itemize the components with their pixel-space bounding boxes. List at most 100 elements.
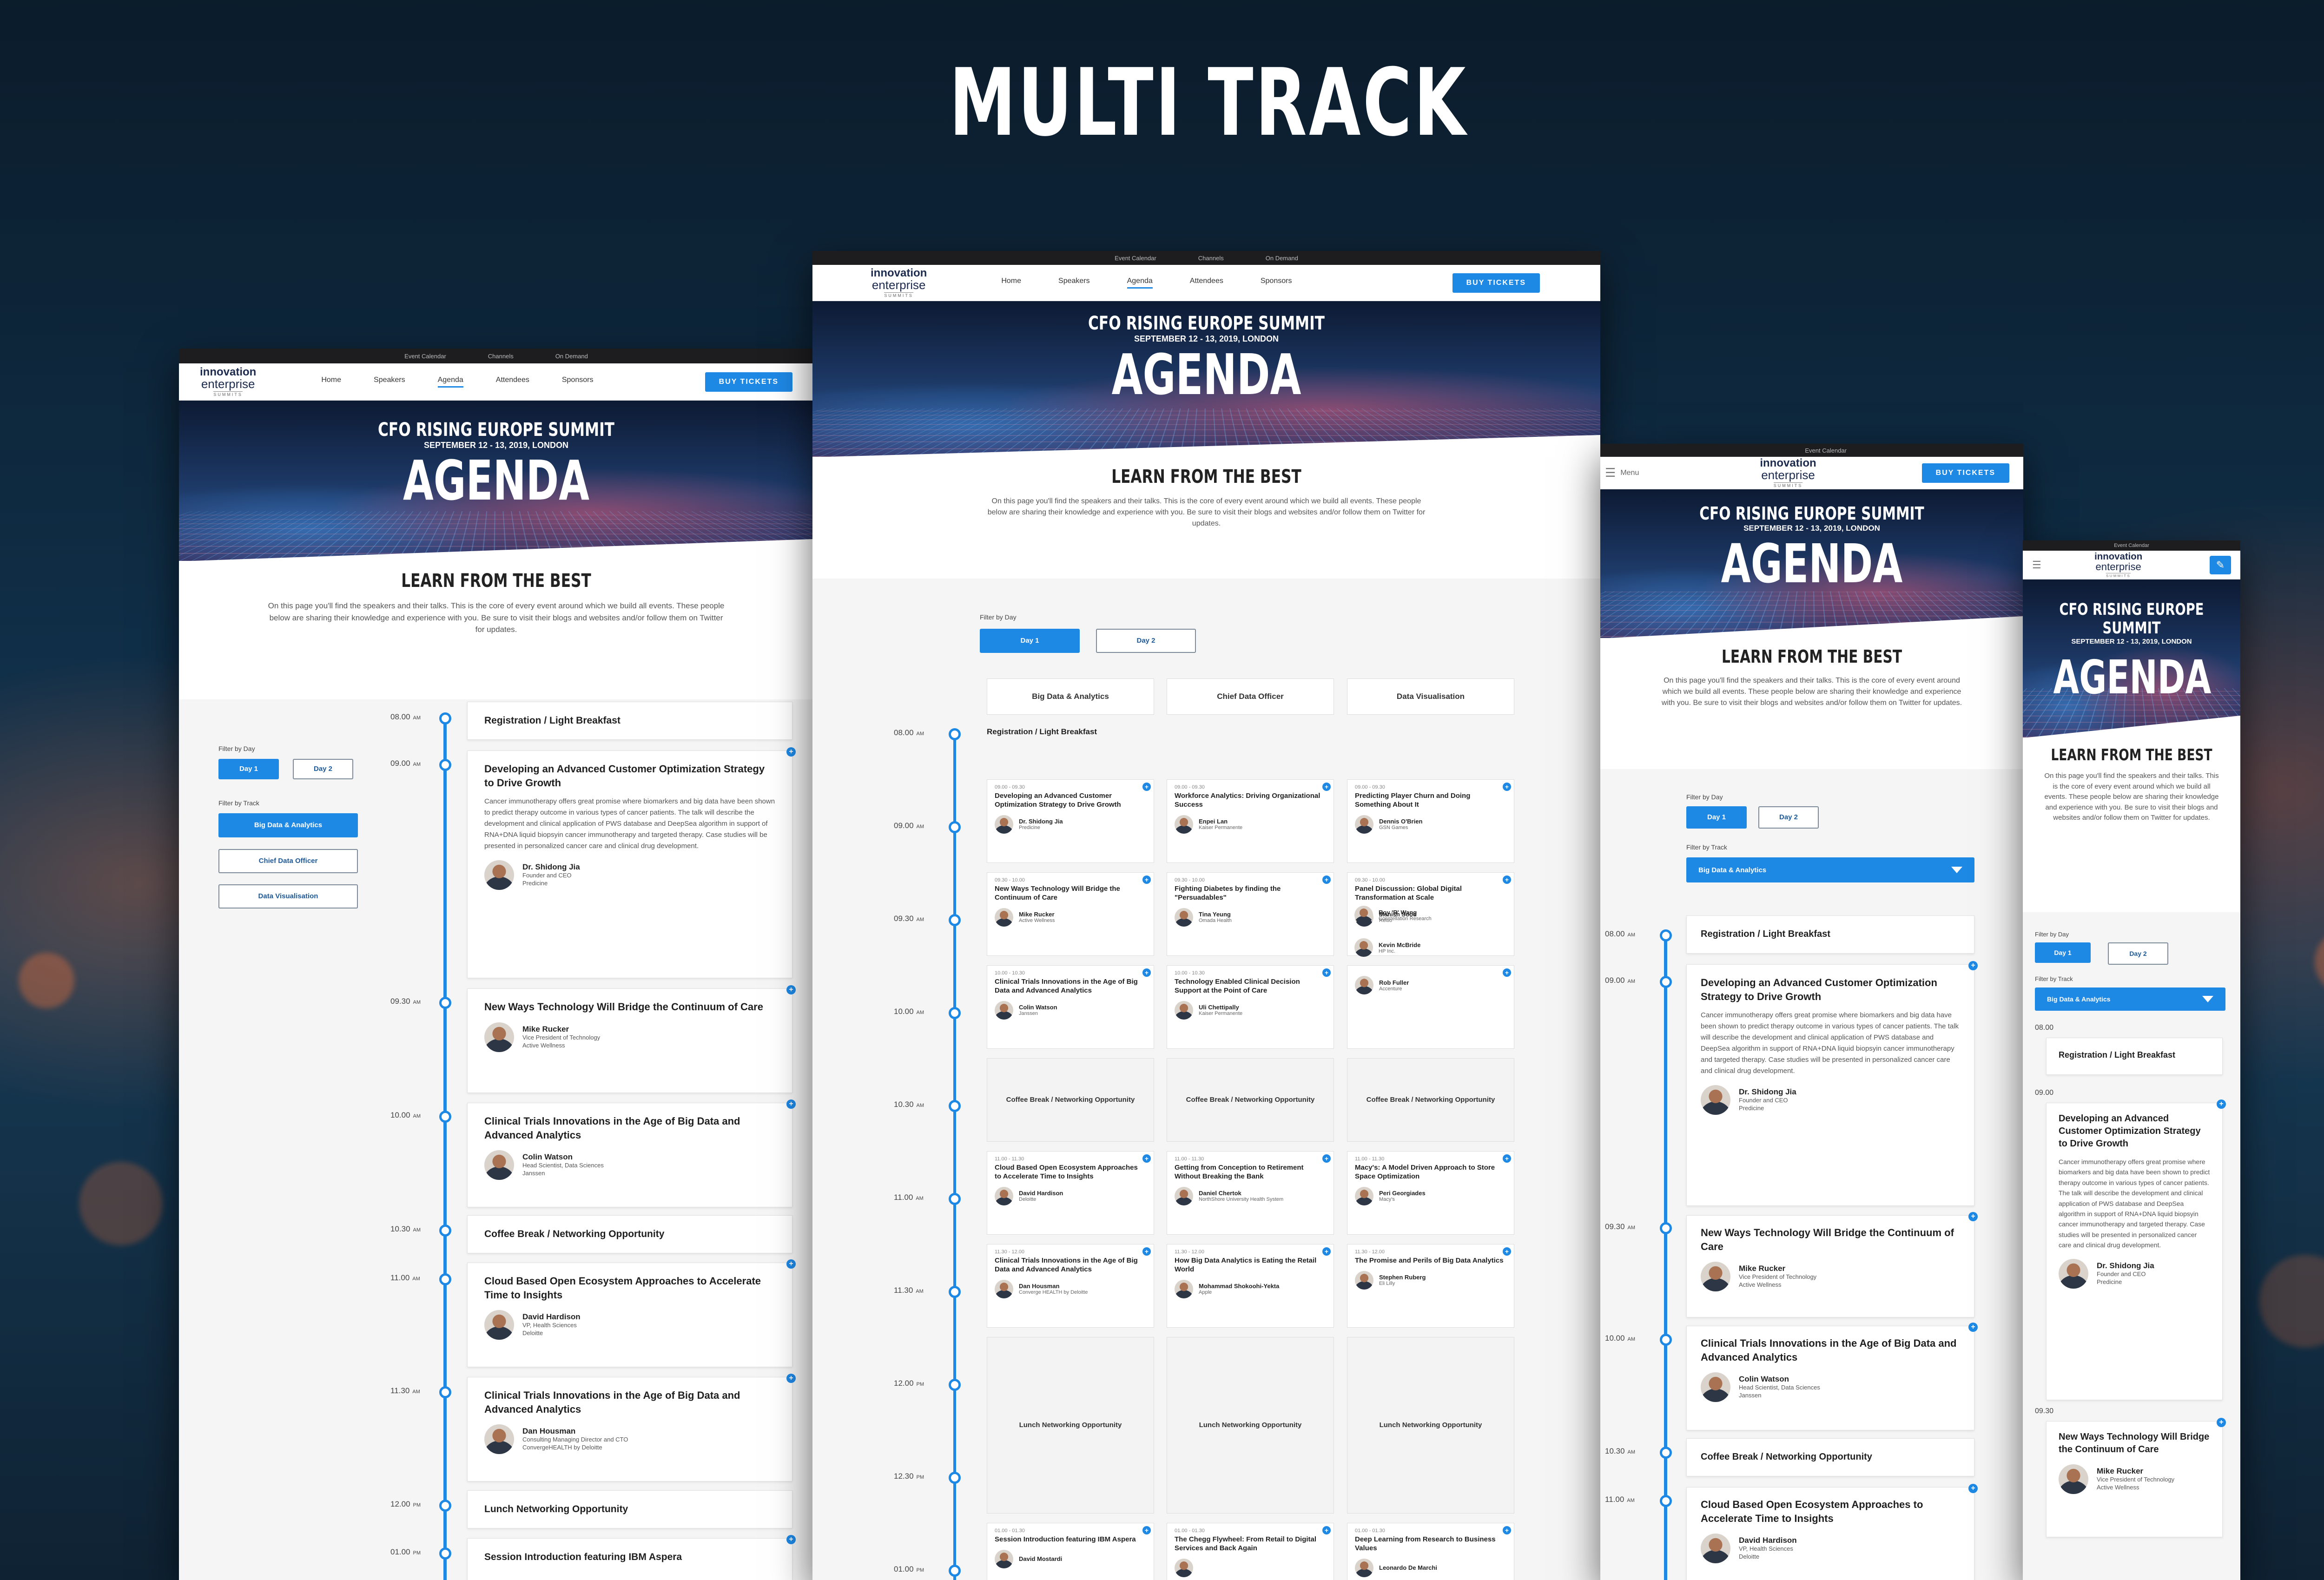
track-column-header[interactable]: Data Visualisation: [1347, 678, 1514, 715]
nav-agenda[interactable]: Agenda: [438, 376, 463, 388]
speaker[interactable]: Kevin McBride HP Inc.: [1347, 936, 1514, 964]
session-card[interactable]: + Clinical Trials Innovations in the Age…: [1686, 1326, 1974, 1430]
event-calendar-link[interactable]: Event Calendar: [1805, 447, 1847, 454]
add-icon[interactable]: +: [1142, 783, 1151, 791]
day2-button[interactable]: Day 2: [1758, 806, 1819, 829]
add-icon[interactable]: +: [786, 1374, 796, 1383]
nav-speakers[interactable]: Speakers: [374, 376, 405, 388]
session-card[interactable]: + Clinical Trials Innovations in the Age…: [467, 1103, 792, 1207]
channels-link[interactable]: Channels: [1198, 255, 1224, 262]
add-icon[interactable]: +: [1142, 1154, 1151, 1163]
nav-attendees[interactable]: Attendees: [1190, 277, 1223, 289]
track-cdo[interactable]: Chief Data Officer: [218, 849, 358, 873]
day2-button[interactable]: Day 2: [2108, 942, 2168, 965]
speaker[interactable]: Mohammad Shokoohi-Yekta Apple: [1175, 1280, 1326, 1298]
session-card[interactable]: + Session Introduction featuring IBM Aspe…: [467, 1538, 792, 1580]
add-icon[interactable]: +: [2217, 1418, 2226, 1427]
speaker[interactable]: Dennis O'Brien GSN Games: [1355, 815, 1506, 834]
add-icon[interactable]: +: [1968, 1212, 1978, 1221]
session-card[interactable]: + New Ways Technology Will Bridge the Co…: [467, 988, 792, 1093]
add-icon[interactable]: +: [1503, 1526, 1511, 1534]
logo[interactable]: innovation enterprise SUMMITS: [871, 268, 927, 298]
speaker[interactable]: David Hardison VP, Health Sciences Deloitt…: [1701, 1534, 1960, 1563]
menu-icon[interactable]: ☰: [1605, 466, 1616, 480]
session-card[interactable]: Registration / Light Breakfast: [1686, 915, 1974, 954]
speaker[interactable]: Rob Fuller Accenture: [1355, 976, 1506, 994]
session-card[interactable]: + New Ways Technology Will Bridge the Co…: [2046, 1421, 2223, 1537]
add-icon[interactable]: +: [786, 985, 796, 994]
day2-button[interactable]: Day 2: [293, 759, 353, 779]
speaker[interactable]: Mike Rucker Active Wellness: [995, 908, 1146, 927]
speaker[interactable]: Mike Rucker Vice President of Technology A…: [2059, 1464, 2210, 1494]
speaker[interactable]: David Hardison Deloitte: [995, 1187, 1146, 1205]
add-icon[interactable]: +: [2217, 1099, 2226, 1109]
speaker[interactable]: Dr. Shidong Jia Predicine: [995, 815, 1146, 834]
event-calendar-link[interactable]: Event Calendar: [1115, 255, 1156, 262]
add-icon[interactable]: +: [1503, 876, 1511, 884]
track-column-header[interactable]: Big Data & Analytics: [987, 678, 1154, 715]
session-card[interactable]: + 09.00 - 09.30 Predicting Player Churn …: [1347, 779, 1514, 863]
session-card[interactable]: + Developing an Advanced Customer Optimi…: [2046, 1103, 2223, 1400]
speaker[interactable]: David Hardison VP, Health Sciences Deloitt…: [484, 1310, 775, 1340]
session-card[interactable]: + Cloud Based Open Ecosystem Approaches …: [467, 1263, 792, 1367]
add-icon[interactable]: +: [1503, 783, 1511, 791]
event-calendar-link[interactable]: Event Calendar: [2114, 543, 2149, 548]
session-card[interactable]: + 09.30 - 10.00 Fighting Diabetes by fin…: [1167, 872, 1334, 956]
add-icon[interactable]: +: [786, 1099, 796, 1109]
session-card[interactable]: + 01.00 - 01.30 Deep Learning from Resea…: [1347, 1523, 1514, 1580]
nav-agenda[interactable]: Agenda: [1127, 277, 1153, 289]
session-card[interactable]: + Developing an Advanced Customer Optimi…: [1686, 964, 1974, 1206]
nav-attendees[interactable]: Attendees: [496, 376, 529, 388]
nav-speakers[interactable]: Speakers: [1058, 277, 1090, 289]
session-card[interactable]: + 11.30 - 12.00 The Promise and Perils o…: [1347, 1244, 1514, 1328]
session-card[interactable]: + 01.00 - 01.30 Session Introduction fea…: [987, 1523, 1154, 1580]
session-card[interactable]: + 10.00 - 10.30 Technology Enabled Clini…: [1167, 965, 1334, 1049]
add-icon[interactable]: +: [1142, 1526, 1151, 1534]
buy-tickets-button[interactable]: BUY TICKETS: [1452, 273, 1540, 293]
session-card[interactable]: Registration / Light Breakfast: [2046, 1038, 2223, 1075]
add-icon[interactable]: +: [1322, 1247, 1331, 1256]
session-card[interactable]: + 01.00 - 01.30 The Chegg Flywheel: From…: [1167, 1523, 1334, 1580]
add-icon[interactable]: +: [1142, 1247, 1151, 1256]
add-icon[interactable]: +: [1322, 1154, 1331, 1163]
add-icon[interactable]: +: [1968, 1323, 1978, 1332]
add-icon[interactable]: +: [786, 1259, 796, 1269]
session-card[interactable]: + 11.30 - 12.00 Clinical Trials Innovati…: [987, 1244, 1154, 1328]
nav-home[interactable]: Home: [1001, 277, 1021, 289]
session-card[interactable]: Lunch Networking Opportunity: [467, 1490, 792, 1528]
speaker[interactable]: Mike Rucker Vice President of Technology A…: [1701, 1262, 1960, 1291]
session-card[interactable]: Registration / Light Breakfast: [467, 702, 792, 740]
session-card[interactable]: + 11.00 - 11.30 Macy's: A Model Driven A…: [1347, 1151, 1514, 1235]
speaker[interactable]: Enpei Lan Kaiser Permanente: [1175, 815, 1326, 834]
add-icon[interactable]: +: [1142, 876, 1151, 884]
session-card[interactable]: Coffee Break / Networking Opportunity: [467, 1215, 792, 1253]
track-column-header[interactable]: Chief Data Officer: [1167, 678, 1334, 715]
session-card[interactable]: + Rob Fuller Accenture: [1347, 965, 1514, 1049]
on-demand-link[interactable]: On Demand: [1266, 255, 1298, 262]
speaker[interactable]: Colin Watson Head Scientist, Data Science…: [1701, 1372, 1960, 1402]
day1-button[interactable]: Day 1: [218, 759, 279, 779]
add-icon[interactable]: +: [1503, 1247, 1511, 1256]
speaker[interactable]: Dr. Shidong Jia Founder and CEO Predicine: [2059, 1259, 2210, 1289]
speaker[interactable]: Uli Chettipally Kaiser Permanente: [1175, 1001, 1326, 1020]
menu-icon[interactable]: ☰: [2032, 559, 2041, 571]
speaker[interactable]: Daniel Chertok NorthShore University Heal…: [1175, 1187, 1326, 1205]
speaker[interactable]: Dr. Shidong Jia Founder and CEO Predicine: [1701, 1085, 1960, 1115]
session-card[interactable]: + 11.00 - 11.30 Getting from Conception …: [1167, 1151, 1334, 1235]
speaker[interactable]: Dan Housman Converge HEALTH by Deloitte: [995, 1280, 1146, 1298]
on-demand-link[interactable]: On Demand: [555, 353, 588, 360]
day2-button[interactable]: Day 2: [1096, 629, 1196, 653]
speaker[interactable]: David Mostardi: [995, 1550, 1146, 1568]
day1-button[interactable]: Day 1: [2035, 942, 2091, 963]
session-card[interactable]: + 11.30 - 12.00 How Big Data Analytics i…: [1167, 1244, 1334, 1328]
buy-tickets-button[interactable]: BUY TICKETS: [705, 372, 792, 392]
add-icon[interactable]: +: [1322, 968, 1331, 977]
track-dropdown[interactable]: Big Data & Analytics: [2035, 988, 2225, 1011]
add-icon[interactable]: +: [1322, 1526, 1331, 1534]
track-data-vis[interactable]: Data Visualisation: [218, 884, 358, 908]
day1-button[interactable]: Day 1: [1686, 806, 1747, 829]
nav-sponsors[interactable]: Sponsors: [562, 376, 594, 388]
speaker[interactable]: Dr. Shidong Jia Founder and CEO Predicine: [484, 860, 775, 890]
session-card[interactable]: + 11.00 - 11.30 Cloud Based Open Ecosyst…: [987, 1151, 1154, 1235]
speaker[interactable]: Tina Yeung Omada Health: [1175, 908, 1326, 927]
